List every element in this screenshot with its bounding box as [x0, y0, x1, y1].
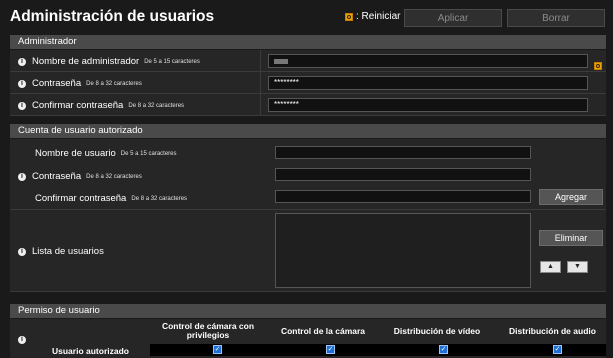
checkbox-video-distribution[interactable]: ✓: [439, 345, 448, 354]
permissions-table: i Control de cámara con privilegios Cont…: [10, 319, 606, 358]
col-camera-control: Control de la cámara: [280, 326, 366, 336]
admin-confirm-label: i Confirmar contraseña De 8 a 32 caracter…: [18, 100, 184, 111]
divider: [260, 94, 261, 116]
move-down-button[interactable]: ▼: [567, 261, 588, 273]
reset-icon: [345, 12, 353, 21]
permission-row-label: Usuario autorizado: [52, 346, 129, 356]
admin-password-label: i Contraseña De 8 a 32 caracteres: [18, 78, 142, 89]
user-list-box[interactable]: [275, 213, 531, 288]
checkbox-privileged-control[interactable]: ✓: [213, 345, 222, 354]
info-icon: i: [18, 101, 26, 110]
username-input[interactable]: [275, 146, 531, 159]
info-icon: i: [18, 336, 26, 344]
user-list-label: i Lista de usuarios: [18, 246, 104, 257]
info-icon: i: [18, 247, 26, 256]
col-privileged-control: Control de cámara con privilegios: [161, 321, 255, 340]
checkbox-camera-control[interactable]: ✓: [326, 345, 335, 354]
authorized-section-header: Cuenta de usuario autorizado: [10, 124, 606, 138]
admin-confirm-input[interactable]: ********: [268, 98, 588, 112]
permissions-section-header: Permiso de usuario: [10, 304, 606, 318]
add-user-button[interactable]: Agregar: [539, 189, 603, 205]
user-confirm-input[interactable]: [275, 190, 531, 203]
checkbox-audio-distribution[interactable]: ✓: [553, 345, 562, 354]
user-password-label: i Contraseña De 8 a 32 caracteres: [18, 171, 142, 182]
admin-section-header: Administrador: [10, 35, 606, 49]
admin-password-row: i Contraseña De 8 a 32 caracteres *******…: [10, 72, 606, 94]
apply-button[interactable]: Aplicar: [404, 9, 502, 27]
reset-label: : Reiniciar: [356, 11, 401, 22]
delete-button[interactable]: Borrar: [507, 9, 605, 27]
divider: [260, 72, 261, 94]
user-confirm-label: Confirmar contraseña De 8 a 32 caracteres: [35, 193, 188, 204]
admin-name-label: i Nombre de administrador De 5 a 15 carac…: [18, 56, 200, 67]
col-audio-distribution: Distribución de audio: [509, 326, 596, 336]
reset-legend: : Reiniciar: [345, 11, 400, 22]
divider: [260, 50, 261, 72]
admin-name-input[interactable]: [268, 54, 588, 68]
remove-user-button[interactable]: Eliminar: [539, 230, 603, 246]
admin-name-row: i Nombre de administrador De 5 a 15 carac…: [10, 50, 606, 72]
admin-confirm-row: i Confirmar contraseña De 8 a 32 caracter…: [10, 94, 606, 116]
new-user-block: Nombre de usuario De 5 a 15 caracteres i …: [10, 139, 606, 210]
col-video-distribution: Distribución de vídeo: [393, 326, 481, 336]
info-icon: i: [18, 79, 26, 88]
info-icon: i: [18, 172, 26, 181]
user-list-block: i Lista de usuarios Eliminar ▲ ▼: [10, 210, 606, 292]
reset-name-icon[interactable]: [594, 62, 602, 70]
admin-password-input[interactable]: ********: [268, 76, 588, 90]
info-icon: i: [18, 57, 26, 66]
masked-username: [274, 59, 288, 64]
move-up-button[interactable]: ▲: [540, 261, 561, 273]
page-title: Administración de usuarios: [10, 8, 215, 25]
username-label: Nombre de usuario De 5 a 15 caracteres: [35, 148, 177, 159]
user-password-input[interactable]: [275, 168, 531, 181]
